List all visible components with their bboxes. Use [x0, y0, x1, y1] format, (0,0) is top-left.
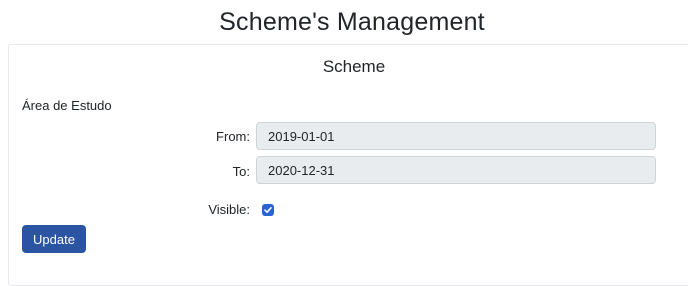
field-name-label: Área de Estudo [22, 98, 112, 113]
visible-checkbox[interactable] [262, 204, 274, 216]
to-label: To: [232, 164, 250, 179]
scheme-card: Scheme Área de Estudo From: To: Visible:… [8, 44, 688, 286]
card-title: Scheme [322, 57, 386, 76]
checkmark-icon [264, 207, 272, 213]
from-label: From: [216, 129, 250, 144]
to-date-input[interactable] [256, 156, 656, 184]
from-date-input[interactable] [256, 122, 656, 150]
page-title: Scheme's Management [219, 8, 485, 36]
visible-label: Visible: [208, 202, 250, 217]
update-button[interactable]: Update [22, 225, 86, 253]
